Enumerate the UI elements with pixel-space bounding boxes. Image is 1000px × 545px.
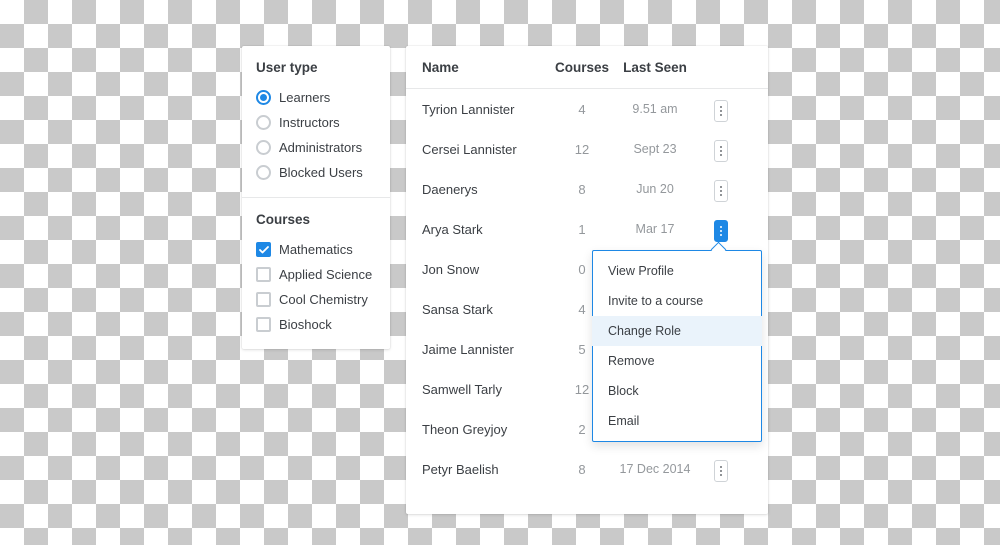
row-actions-button[interactable] [714, 460, 728, 482]
dots-icon [720, 190, 722, 192]
table-row: Arya Stark1Mar 17 [406, 209, 768, 249]
row-actions-button[interactable] [714, 140, 728, 162]
row-actions-button[interactable] [714, 100, 728, 122]
radio-icon [256, 140, 271, 155]
checkbox-icon [256, 242, 271, 257]
option-label: Cool Chemistry [279, 292, 368, 307]
col-header-courses[interactable]: Courses [552, 60, 612, 75]
option-label: Bioshock [279, 317, 332, 332]
cell-name: Cersei Lannister [422, 142, 552, 157]
dots-icon [720, 466, 722, 468]
dots-icon [720, 146, 722, 148]
option-label: Learners [279, 90, 330, 105]
users-table: Name Courses Last Seen Tyrion Lannister4… [406, 46, 768, 514]
cell-name: Tyrion Lannister [422, 102, 552, 117]
user-type-option-blocked[interactable]: Blocked Users [256, 160, 376, 185]
menu-invite[interactable]: Invite to a course [592, 286, 762, 316]
menu-block[interactable]: Block [592, 376, 762, 406]
checkbox-icon [256, 267, 271, 282]
option-label: Blocked Users [279, 165, 363, 180]
cell-last-seen: Jun 20 [612, 182, 698, 196]
checkbox-icon [256, 292, 271, 307]
cell-name: Daenerys [422, 182, 552, 197]
col-header-name[interactable]: Name [422, 60, 552, 75]
courses-title: Courses [256, 212, 376, 227]
user-type-section: User type Learners Instructors Administr… [242, 46, 390, 197]
dots-icon [720, 110, 722, 112]
cell-name: Arya Stark [422, 222, 552, 237]
dots-icon [720, 154, 722, 156]
dots-icon [720, 470, 722, 472]
course-option-applied-science[interactable]: Applied Science [256, 262, 376, 287]
dots-icon [720, 186, 722, 188]
cell-name: Petyr Baelish [422, 462, 552, 477]
table-row: Tyrion Lannister49.51 am [406, 89, 768, 129]
dots-icon [720, 150, 722, 152]
row-actions-button[interactable] [714, 180, 728, 202]
user-type-option-instructors[interactable]: Instructors [256, 110, 376, 135]
dots-icon [720, 106, 722, 108]
cell-last-seen: Mar 17 [612, 222, 698, 236]
col-header-lastseen[interactable]: Last Seen [612, 60, 698, 75]
course-option-cool-chemistry[interactable]: Cool Chemistry [256, 287, 376, 312]
dots-icon [720, 226, 722, 228]
cell-name: Jaime Lannister [422, 342, 552, 357]
cell-courses: 12 [552, 142, 612, 157]
course-option-bioshock[interactable]: Bioshock [256, 312, 376, 337]
cell-last-seen: 9.51 am [612, 102, 698, 116]
cell-courses: 1 [552, 222, 612, 237]
dots-icon [720, 194, 722, 196]
radio-icon [256, 165, 271, 180]
cell-name: Sansa Stark [422, 302, 552, 317]
table-row: Cersei Lannister12Sept 23 [406, 129, 768, 169]
radio-icon [256, 115, 271, 130]
table-header: Name Courses Last Seen [406, 46, 768, 89]
cell-name: Theon Greyjoy [422, 422, 552, 437]
user-type-option-learners[interactable]: Learners [256, 85, 376, 110]
cell-name: Jon Snow [422, 262, 552, 277]
courses-section: Courses Mathematics Applied Science Cool… [242, 197, 390, 349]
option-label: Mathematics [279, 242, 353, 257]
menu-change-role[interactable]: Change Role [592, 316, 762, 346]
row-context-menu: View Profile Invite to a course Change R… [592, 250, 762, 442]
cell-last-seen: 17 Dec 2014 [612, 462, 698, 476]
table-row: Daenerys8Jun 20 [406, 169, 768, 209]
menu-remove[interactable]: Remove [592, 346, 762, 376]
menu-view-profile[interactable]: View Profile [592, 256, 762, 286]
cell-courses: 8 [552, 182, 612, 197]
row-actions-button[interactable] [714, 220, 728, 242]
user-type-title: User type [256, 60, 376, 75]
dots-icon [720, 234, 722, 236]
cell-name: Samwell Tarly [422, 382, 552, 397]
menu-email[interactable]: Email [592, 406, 762, 436]
radio-icon [256, 90, 271, 105]
option-label: Applied Science [279, 267, 372, 282]
dots-icon [720, 230, 722, 232]
course-option-mathematics[interactable]: Mathematics [256, 237, 376, 262]
user-type-option-administrators[interactable]: Administrators [256, 135, 376, 160]
option-label: Administrators [279, 140, 362, 155]
option-label: Instructors [279, 115, 340, 130]
cell-courses: 8 [552, 462, 612, 477]
cell-courses: 4 [552, 102, 612, 117]
table-row: Petyr Baelish817 Dec 2014 [406, 449, 768, 489]
checkbox-icon [256, 317, 271, 332]
filter-sidebar: User type Learners Instructors Administr… [242, 46, 390, 349]
cell-last-seen: Sept 23 [612, 142, 698, 156]
dots-icon [720, 474, 722, 476]
dots-icon [720, 114, 722, 116]
